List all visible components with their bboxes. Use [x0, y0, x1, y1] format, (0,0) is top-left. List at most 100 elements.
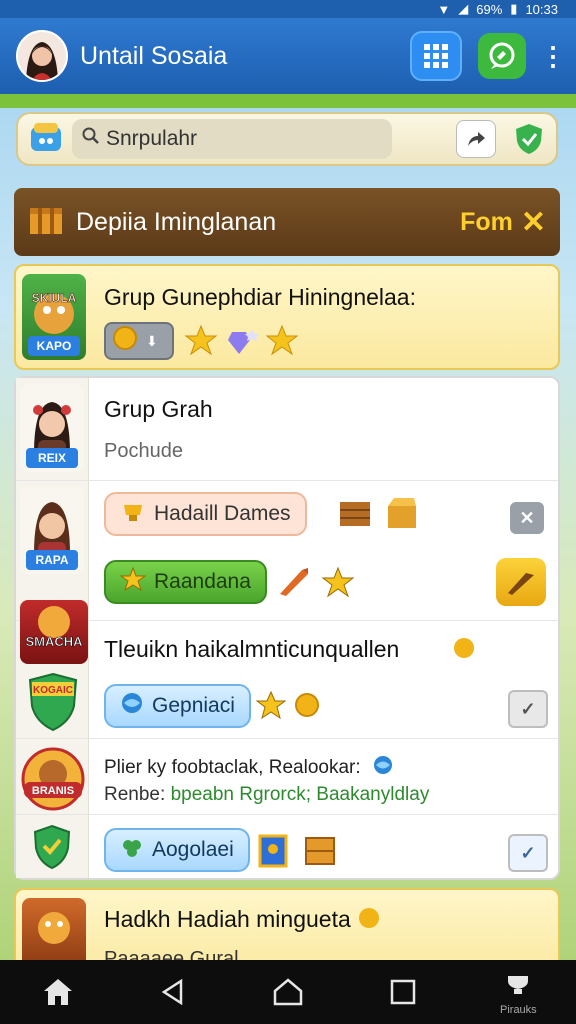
section-title: Depiia Iminglanan — [76, 207, 277, 236]
grid-menu-button[interactable] — [410, 31, 462, 81]
star-icon — [321, 566, 355, 603]
pickaxe-icon — [508, 573, 534, 595]
share-arrow-icon — [468, 132, 485, 146]
games-pill-label: Hadaill Dames — [154, 502, 291, 525]
chat-icon — [489, 42, 515, 69]
thumbnail-label: BRANIS — [32, 785, 74, 797]
thumbnail-label: SMACHA — [25, 634, 83, 649]
section-header: Depiia Iminglanan Fom ✕ — [14, 188, 560, 256]
member-avatar-2[interactable]: RAPA — [20, 486, 84, 574]
member-tag: RAPA — [26, 550, 78, 570]
profile-avatar[interactable] — [16, 30, 68, 82]
group-card-2: REIX Grup Grah Pochude RAPA Hadaill Dame… — [14, 376, 560, 880]
aogolaei-pill-label: Aogolaei — [152, 838, 234, 861]
arrow-down-icon: ⬇ — [146, 332, 158, 349]
medal-icon — [452, 636, 476, 665]
info-line-1: Plier ky foobtaclak, Realookar: — [104, 754, 394, 782]
raandana-pill[interactable]: Raandana — [104, 560, 267, 604]
shield-check-icon — [516, 124, 542, 154]
crate-icon — [28, 202, 64, 243]
game-thumbnail: KOGAIC — [26, 672, 80, 732]
status-bar: ▼ ◢ 69% ▮ 10:33 — [0, 0, 576, 18]
thumbnail-label: KOGAIC — [33, 685, 73, 696]
quest-title: Tleuikn haikalmnticunquallen — [104, 636, 400, 662]
medal-icon — [357, 906, 381, 936]
divider — [16, 480, 558, 481]
header-strip — [0, 94, 576, 108]
back-button[interactable] — [143, 962, 203, 1022]
house-outline-icon — [273, 978, 303, 1006]
game-tag: KAPO — [28, 336, 80, 356]
share-button[interactable] — [456, 120, 496, 158]
close-icon: ✕ — [519, 507, 535, 528]
divider — [16, 814, 558, 815]
wifi-icon: ▼ — [437, 1, 451, 17]
game-thumbnail: BRANIS — [20, 746, 86, 812]
globe-icon — [372, 754, 394, 782]
grid-icon — [424, 44, 448, 68]
crate-icon — [338, 498, 372, 535]
app-title: Untail Sosaia — [80, 41, 228, 70]
navigation-bar: Pirauks — [0, 960, 576, 1024]
star-cluster-icon — [184, 324, 304, 363]
trophy-cup-icon — [508, 976, 529, 994]
game-thumbnail: SKIULA KAPO — [22, 274, 86, 360]
divider — [16, 620, 558, 621]
app-bar: Untail Sosaia ⋮ — [0, 18, 576, 94]
member-tag: REIX — [26, 448, 78, 468]
globe-icon — [120, 691, 144, 721]
star-icon — [255, 690, 287, 725]
member-avatar-1[interactable]: REIX — [20, 384, 84, 472]
verified-shield-button[interactable] — [512, 122, 546, 156]
gepniaci-pill[interactable]: Gepniaci — [104, 684, 251, 728]
info-line-2: Renbe: bpeabn Rgrorck; Baakanyldlay — [104, 784, 430, 805]
dismiss-button[interactable]: ✕ — [510, 502, 544, 534]
profile-nav-button[interactable]: Pirauks — [488, 962, 548, 1022]
photo-card-icon — [258, 834, 290, 873]
arrow-icon — [278, 566, 310, 603]
recents-button[interactable] — [373, 962, 433, 1022]
coin-toggle[interactable]: ⬇ — [104, 322, 174, 360]
search-icon — [82, 127, 100, 151]
trophy-icon — [120, 499, 146, 529]
card-title: Grup Gunephdiar Hiningnelaa: — [104, 284, 416, 310]
group-title: Grup Grah — [104, 396, 213, 422]
shop-icon[interactable] — [28, 119, 64, 160]
square-icon — [390, 979, 416, 1005]
home-nav-button[interactable] — [258, 962, 318, 1022]
clover-icon — [120, 835, 144, 865]
card-title: Hadkh Hadiah mingueta — [104, 906, 381, 936]
gepniaci-pill-label: Gepniaci — [152, 694, 235, 717]
play-button[interactable] — [496, 558, 546, 606]
check-icon: ✓ — [520, 842, 536, 863]
star-icon — [119, 566, 147, 598]
group-card-1[interactable]: SKIULA KAPO Grup Gunephdiar Hiningnelaa:… — [14, 264, 560, 370]
thumbnail-label: SKIULA — [32, 291, 77, 305]
raandana-pill-label: Raandana — [154, 570, 251, 593]
coin-icon — [294, 692, 320, 723]
games-pill[interactable]: Hadaill Dames — [104, 492, 307, 536]
aogolaei-pill[interactable]: Aogolaei — [104, 828, 250, 872]
battery-level: 69% — [476, 1, 503, 17]
treasure-icon — [384, 496, 420, 535]
crate-icon — [304, 836, 336, 871]
divider — [16, 738, 558, 739]
search-text: Snrpulahr — [106, 127, 198, 150]
shield-icon — [32, 824, 72, 875]
search-bar: Snrpulahr — [16, 112, 558, 166]
home-button[interactable] — [28, 962, 88, 1022]
search-input[interactable]: Snrpulahr — [72, 119, 392, 159]
more-options-icon[interactable]: ⋮ — [540, 41, 566, 72]
confirm-checkbox[interactable]: ✓ — [508, 690, 548, 728]
check-icon: ✓ — [520, 698, 536, 719]
section-action-link[interactable]: Fom — [460, 208, 513, 237]
battery-icon: ▮ — [510, 1, 518, 16]
confirm-checkbox[interactable]: ✓ — [508, 834, 548, 872]
coin-icon — [112, 325, 138, 357]
group-subtitle: Pochude — [104, 440, 183, 462]
game-thumbnail: SMACHA — [20, 600, 88, 664]
close-icon[interactable]: ✕ — [521, 205, 546, 240]
game-thumbnail — [22, 898, 86, 968]
back-triangle-icon — [161, 978, 183, 1006]
chat-button[interactable] — [478, 33, 526, 79]
